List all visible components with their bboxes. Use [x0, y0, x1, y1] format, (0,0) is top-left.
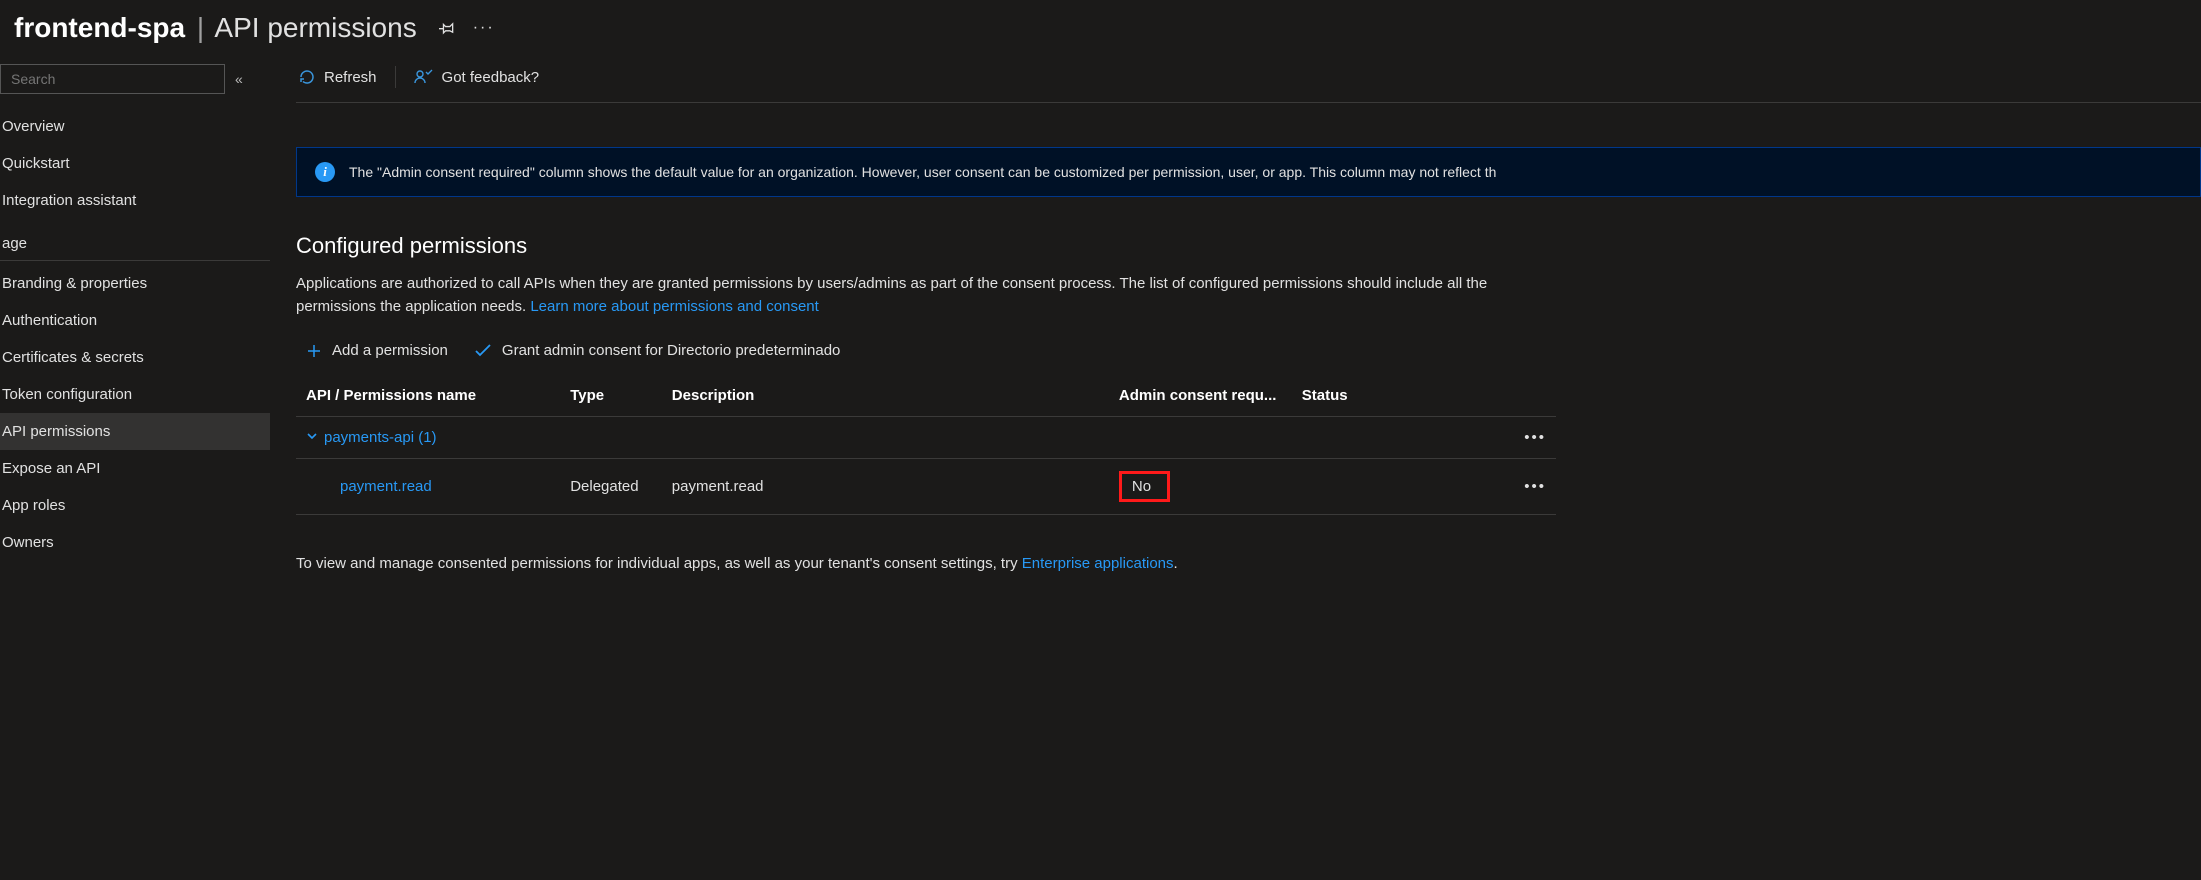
pin-icon[interactable]: [439, 20, 455, 36]
sidebar: « Overview Quickstart Integration assist…: [0, 64, 270, 874]
feedback-icon: [414, 68, 434, 86]
learn-more-link[interactable]: Learn more about permissions and consent: [530, 298, 819, 315]
app-name: frontend-spa: [14, 12, 185, 43]
page-name: API permissions: [214, 12, 416, 43]
chevron-down-icon: [306, 429, 318, 446]
permission-actions: Add a permission Grant admin consent for…: [296, 342, 2201, 359]
footer-suffix: .: [1174, 555, 1178, 572]
table-header-row: API / Permissions name Type Description …: [296, 375, 1556, 417]
col-name[interactable]: API / Permissions name: [296, 375, 560, 417]
col-type[interactable]: Type: [560, 375, 662, 417]
sidebar-item-app-roles[interactable]: App roles: [0, 487, 270, 524]
section-title: Configured permissions: [296, 233, 2201, 259]
col-status[interactable]: Status: [1292, 375, 1495, 417]
permission-status: [1292, 459, 1495, 515]
plus-icon: [306, 343, 322, 359]
sidebar-item-authentication[interactable]: Authentication: [0, 302, 270, 339]
table-row: payment.read Delegated payment.read No •…: [296, 459, 1556, 515]
admin-consent-value: No: [1132, 478, 1151, 495]
info-icon: i: [315, 162, 335, 182]
sidebar-item-api-permissions[interactable]: API permissions: [0, 413, 270, 450]
sidebar-item-owners[interactable]: Owners: [0, 524, 270, 561]
info-banner-text: The "Admin consent required" column show…: [349, 164, 1496, 180]
check-icon: [474, 343, 492, 359]
collapse-sidebar-icon[interactable]: «: [235, 71, 243, 87]
section-description-text: Applications are authorized to call APIs…: [296, 275, 1487, 315]
grant-consent-button[interactable]: Grant admin consent for Directorio prede…: [474, 342, 841, 359]
refresh-icon: [298, 68, 316, 86]
section-description: Applications are authorized to call APIs…: [296, 273, 1556, 318]
permission-type: Delegated: [560, 459, 662, 515]
page-title: frontend-spa | API permissions: [14, 12, 417, 44]
permissions-table: API / Permissions name Type Description …: [296, 375, 1556, 515]
toolbar: Refresh Got feedback?: [296, 64, 2201, 103]
admin-consent-highlight: No: [1119, 471, 1170, 502]
title-separator: |: [197, 12, 204, 43]
feedback-label: Got feedback?: [442, 69, 540, 86]
sidebar-item-overview[interactable]: Overview: [0, 108, 270, 145]
page-header: frontend-spa | API permissions ···: [0, 0, 2201, 64]
table-group-row[interactable]: payments-api (1) •••: [296, 417, 1556, 459]
refresh-label: Refresh: [324, 69, 377, 86]
col-actions: [1495, 375, 1556, 417]
permission-admin-consent: No: [1109, 459, 1292, 515]
sidebar-item-expose-api[interactable]: Expose an API: [0, 450, 270, 487]
sidebar-item-certificates[interactable]: Certificates & secrets: [0, 339, 270, 376]
footer-text: To view and manage consented permissions…: [296, 555, 1022, 572]
sidebar-item-integration-assistant[interactable]: Integration assistant: [0, 182, 270, 219]
row-more-icon[interactable]: •••: [1495, 459, 1556, 515]
sidebar-item-branding[interactable]: Branding & properties: [0, 265, 270, 302]
permission-desc: payment.read: [662, 459, 1109, 515]
col-desc[interactable]: Description: [662, 375, 1109, 417]
footer-note: To view and manage consented permissions…: [296, 555, 2201, 572]
grant-consent-label: Grant admin consent for Directorio prede…: [502, 342, 841, 359]
api-group-name[interactable]: payments-api (1): [324, 429, 437, 446]
refresh-button[interactable]: Refresh: [296, 64, 379, 90]
sidebar-item-quickstart[interactable]: Quickstart: [0, 145, 270, 182]
add-permission-button[interactable]: Add a permission: [306, 342, 448, 359]
search-input[interactable]: [0, 64, 225, 94]
feedback-button[interactable]: Got feedback?: [412, 64, 542, 90]
header-more-icon[interactable]: ···: [473, 19, 495, 37]
sidebar-section-label: age: [0, 219, 270, 261]
info-banner: i The "Admin consent required" column sh…: [296, 147, 2201, 197]
col-admin[interactable]: Admin consent requ...: [1109, 375, 1292, 417]
main-content: Refresh Got feedback? i The "Admin conse…: [270, 64, 2201, 874]
enterprise-applications-link[interactable]: Enterprise applications: [1022, 555, 1174, 572]
group-row-more-icon[interactable]: •••: [1495, 417, 1556, 459]
add-permission-label: Add a permission: [332, 342, 448, 359]
toolbar-divider: [395, 66, 396, 88]
permission-name-link[interactable]: payment.read: [306, 478, 432, 495]
sidebar-item-token-configuration[interactable]: Token configuration: [0, 376, 270, 413]
